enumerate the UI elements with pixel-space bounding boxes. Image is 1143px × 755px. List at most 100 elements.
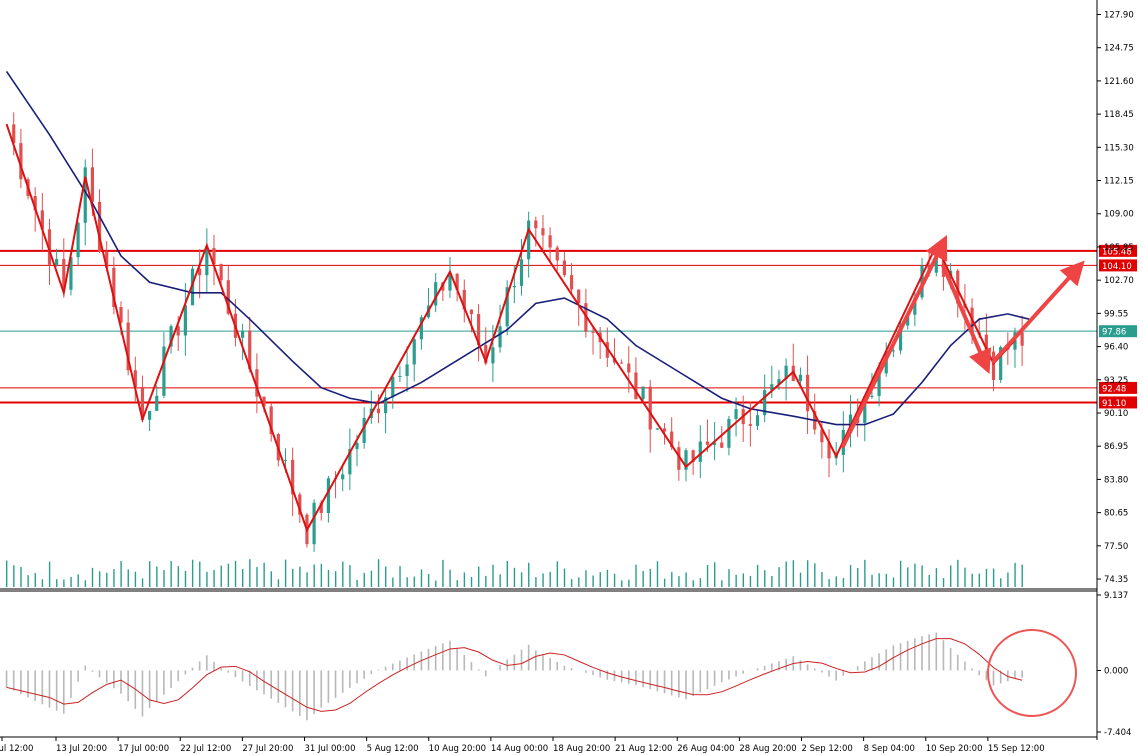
volume-bar — [141, 578, 144, 587]
price-tick-label: 99.55 — [1104, 309, 1128, 319]
time-tick-label: 27 Jul 20:00 — [242, 744, 293, 754]
volume-bar — [492, 564, 494, 587]
forecast-arrow — [841, 235, 948, 448]
candle-body — [205, 248, 209, 276]
volume-bar — [499, 574, 501, 587]
price-tick-label: 77.50 — [1104, 542, 1128, 552]
volume-bar — [413, 576, 416, 587]
volume-bar — [735, 574, 737, 587]
candle-body — [405, 364, 409, 376]
volume-bar — [13, 565, 15, 587]
candle-body — [155, 395, 159, 411]
volume-bar — [621, 580, 623, 587]
volume-bar — [628, 579, 630, 587]
volume-bar — [106, 572, 108, 587]
volume-bar — [964, 567, 966, 587]
volume-bar — [978, 573, 981, 587]
volume-bar — [199, 561, 201, 587]
volume-bar — [778, 567, 780, 587]
price-tick-label: 80.65 — [1104, 509, 1128, 519]
volume-bar — [435, 580, 437, 587]
volume-bar — [227, 563, 230, 587]
volume-bar — [864, 559, 866, 587]
volume-bar — [63, 579, 65, 587]
volume-bar — [671, 572, 673, 587]
price-tick-label: 74.35 — [1104, 575, 1128, 585]
volume-bar — [284, 559, 287, 587]
candle-body — [641, 386, 645, 400]
price-tick-label: 105.85 — [1104, 243, 1134, 253]
time-tick-label: 21 Aug 12:00 — [615, 744, 672, 754]
level-tag-label: 92.48 — [1102, 384, 1126, 394]
volume-bar — [156, 566, 158, 587]
volume-bar — [113, 569, 115, 587]
price-tick-label: 86.95 — [1104, 442, 1128, 452]
volume-bar — [914, 563, 916, 587]
volume-bar — [706, 564, 709, 587]
candle-body — [391, 376, 395, 398]
price-tick-label: 127.90 — [1104, 10, 1134, 20]
volume-bar — [685, 572, 687, 587]
price-tick-label: 112.15 — [1104, 177, 1134, 187]
volume-bar — [549, 571, 551, 587]
level-tag-label: 104.10 — [1102, 262, 1132, 272]
candle-body — [355, 442, 359, 450]
volume-bar — [613, 573, 616, 587]
volume-bar — [184, 570, 187, 587]
candle-body — [312, 502, 316, 545]
level-tag-label: 97.86 — [1102, 328, 1126, 338]
volume-bar — [349, 565, 351, 587]
volume-bar — [957, 559, 959, 587]
volume-bar — [935, 568, 938, 587]
volume-bar — [828, 579, 830, 587]
candle-body — [412, 339, 416, 365]
volume-bar — [892, 577, 895, 587]
candle-body — [870, 396, 874, 398]
volume-bar — [277, 579, 280, 587]
volume-bar — [170, 561, 172, 587]
price-tick-label: 96.40 — [1104, 343, 1128, 353]
time-tick-label: 10 Sep 20:00 — [926, 744, 983, 754]
candle-body — [240, 330, 245, 338]
volume-bar — [599, 572, 601, 587]
volume-bar — [749, 575, 752, 587]
volume-bar — [899, 560, 902, 587]
time-tick-label: 15 Sep 12:00 — [988, 744, 1045, 754]
volume-bar — [563, 568, 566, 587]
price-chart: 105.48104.1097.8692.4891.10 127.90124.75… — [0, 0, 1137, 754]
volume-bar — [649, 568, 652, 587]
candle-body — [512, 285, 516, 288]
volume-bar — [871, 574, 873, 587]
candle-body — [755, 415, 760, 426]
volume-bar — [263, 562, 265, 587]
volume-bar — [713, 562, 716, 587]
volume-bar — [342, 561, 344, 587]
candle-body — [541, 228, 545, 236]
volume-bar — [570, 579, 573, 587]
volume-bar — [699, 578, 702, 587]
volume-bar — [370, 570, 373, 587]
volume-bar — [513, 567, 516, 587]
volume-bar — [885, 573, 888, 587]
volume-bar — [377, 559, 380, 587]
price-tick-label: 102.70 — [1104, 276, 1134, 286]
price-tick-label: 83.80 — [1104, 475, 1128, 485]
volume-bar — [556, 561, 559, 587]
candle-body — [727, 418, 731, 448]
candle-body — [562, 260, 567, 276]
volume-bar — [728, 569, 730, 587]
time-tick-label: 17 Jul 00:00 — [118, 744, 169, 754]
volume-bar — [306, 572, 308, 587]
volume-bar — [506, 561, 508, 587]
volume-bar — [98, 571, 101, 587]
candle-body — [705, 441, 710, 445]
candle-body — [577, 289, 581, 304]
volume-bar — [134, 571, 137, 587]
volume-bar — [528, 562, 530, 587]
candle-body — [148, 410, 152, 420]
candle-body — [491, 347, 495, 364]
volume-bar — [857, 568, 859, 587]
volume-bar — [485, 575, 487, 587]
volume-bar — [771, 575, 773, 587]
candle-body — [627, 363, 631, 373]
